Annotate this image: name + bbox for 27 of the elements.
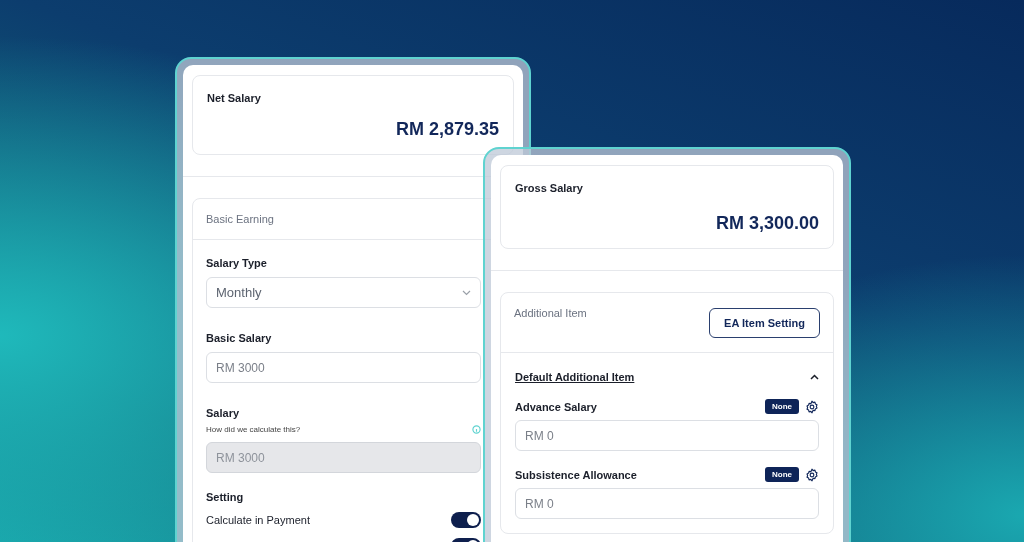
input-field[interactable]: RM 3000 [206,352,481,383]
card-title: Additional Item [514,307,587,319]
section-label: Setting [206,491,245,503]
settings-icon[interactable] [805,467,819,482]
summary-label: Gross Salary [515,182,584,194]
input-field[interactable]: RM 0 [515,420,819,451]
field-label: Advance Salary [515,400,597,413]
ea-item-setting-button[interactable]: EA Item Setting [709,308,820,338]
select-field[interactable]: Monthly [206,277,481,308]
summary-label: Net Salary [207,92,262,104]
card-title: Basic Earning [206,213,274,225]
chevron-down-icon [462,289,471,296]
field-label: Subsistence Allowance [515,468,637,481]
help-text: How did we calculate this? [206,425,301,434]
toggle-label: Calculate in Payment [206,514,310,526]
salary-amount: RM 3,300.00 [715,213,819,234]
settings-icon[interactable] [805,399,819,414]
field-label: Basic Salary [206,332,273,344]
status-badge: None [765,467,799,482]
section-title[interactable]: Default Additional Item [515,371,635,383]
chevron-up-icon[interactable] [810,374,819,380]
salary-amount: RM 2,879.35 [395,119,499,140]
field-label: Salary [206,407,241,419]
input-field[interactable]: RM 0 [515,488,819,519]
status-badge: None [765,399,799,414]
field-label: Salary Type [206,257,268,269]
toggle-switch[interactable] [451,512,481,528]
